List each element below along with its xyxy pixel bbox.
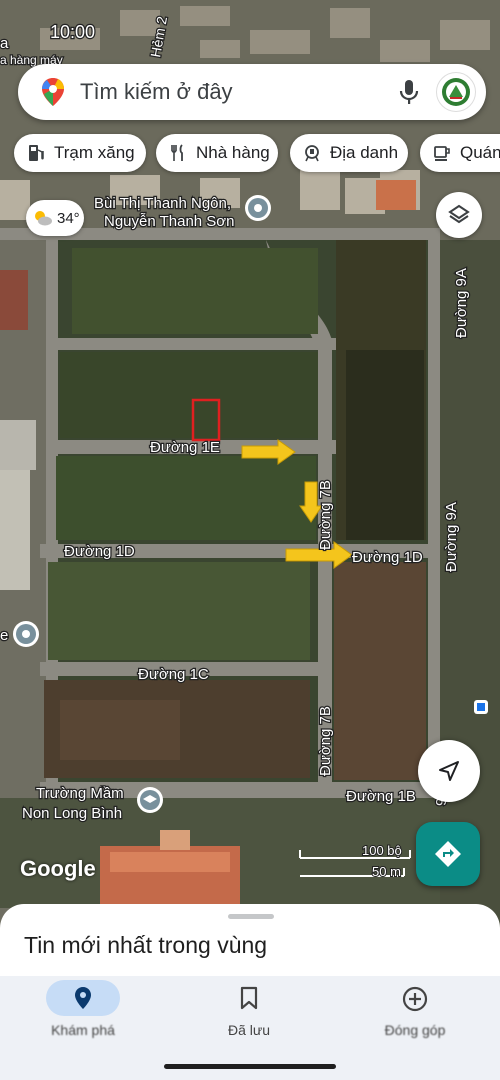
landmark-icon bbox=[305, 145, 319, 162]
layers-icon bbox=[448, 204, 470, 224]
weather-badge[interactable]: 34° bbox=[26, 200, 84, 236]
tab-explore[interactable]: Khám phá bbox=[0, 976, 166, 1056]
road-label-7b-bottom: Đường 7B bbox=[317, 706, 334, 776]
weather-temp: 34° bbox=[57, 209, 80, 227]
location-pin-icon bbox=[245, 195, 271, 221]
chip-label: Quán bbox=[460, 143, 500, 162]
poi-label-line2: Nguyễn Thanh Sơn bbox=[104, 213, 234, 230]
my-location-button[interactable] bbox=[418, 740, 480, 802]
sheet-title: Tin mới nhất trong vùng bbox=[24, 932, 268, 958]
chip-restaurant[interactable]: Nhà hàng bbox=[156, 134, 278, 172]
layers-button[interactable] bbox=[436, 192, 482, 238]
tab-label: Khám phá bbox=[51, 1022, 115, 1038]
road-label-7b-top: Đường 7B bbox=[317, 480, 334, 550]
tab-label: Đóng góp bbox=[384, 1022, 446, 1038]
road-label-1b: Đường 1B bbox=[346, 788, 416, 805]
google-attribution: Google bbox=[20, 856, 96, 881]
sheet-drag-handle[interactable] bbox=[228, 914, 274, 919]
school-label-line1: Trường Mầm bbox=[36, 785, 124, 802]
road-label-1d-left: Đường 1D bbox=[64, 543, 135, 560]
directions-icon bbox=[435, 841, 461, 867]
bookmark-icon bbox=[240, 986, 258, 1010]
bus-stop-icon bbox=[474, 700, 488, 714]
partly-cloudy-icon bbox=[35, 211, 52, 226]
tab-saved[interactable]: Đã lưu bbox=[166, 976, 332, 1056]
left-edge-label-a: a bbox=[0, 35, 9, 52]
cafe-icon bbox=[434, 146, 450, 161]
restaurant-icon bbox=[171, 144, 183, 161]
road-label-9a-top: Đường 9A bbox=[453, 268, 470, 338]
maps-logo-icon bbox=[42, 78, 64, 106]
microphone-icon[interactable] bbox=[396, 77, 422, 107]
road-label-1c: Đường 1C bbox=[138, 666, 209, 683]
search-bar[interactable]: Tìm kiếm ở đây bbox=[18, 64, 486, 120]
chip-label: Nhà hàng bbox=[196, 143, 270, 162]
poi-label-line1: Bùi Thị Thanh Ngôn, bbox=[94, 195, 231, 212]
profile-emblem-icon bbox=[442, 78, 470, 106]
road-label-9a-mid: Đường 9A bbox=[443, 502, 460, 572]
gas-station-icon bbox=[29, 145, 44, 161]
tab-contribute[interactable]: Đóng góp bbox=[332, 976, 498, 1056]
add-circle-icon bbox=[402, 986, 428, 1012]
search-input[interactable]: Tìm kiếm ở đây bbox=[80, 79, 396, 105]
scale-meters: 50 m bbox=[372, 864, 401, 879]
status-time: 10:00 bbox=[50, 22, 95, 42]
school-label-line2: Non Long Bình bbox=[22, 805, 122, 822]
tab-label: Đã lưu bbox=[227, 1022, 271, 1038]
chip-landmark[interactable]: Địa danh bbox=[290, 134, 408, 172]
navigation-arrow-icon bbox=[439, 761, 459, 781]
directions-button[interactable] bbox=[416, 822, 480, 886]
explore-pin-icon bbox=[75, 987, 91, 1009]
chip-gas-station[interactable]: Trạm xăng bbox=[14, 134, 146, 172]
left-edge-label-e: e bbox=[0, 627, 8, 644]
chip-label: Địa danh bbox=[330, 143, 399, 162]
chip-cafe[interactable]: Quán bbox=[420, 134, 500, 172]
road-label-1d-right: Đường 1D bbox=[352, 549, 423, 566]
road-label-1e: Đường 1E bbox=[150, 439, 220, 456]
scale-feet: 100 bộ bbox=[362, 843, 402, 858]
chip-label: Trạm xăng bbox=[54, 143, 135, 162]
location-pin-icon-left bbox=[13, 621, 39, 647]
school-icon bbox=[137, 787, 163, 813]
gesture-bar[interactable] bbox=[164, 1064, 336, 1069]
avatar[interactable] bbox=[436, 72, 476, 112]
bottom-navigation: Khám phá Đã lưu Đóng góp bbox=[0, 976, 500, 1080]
